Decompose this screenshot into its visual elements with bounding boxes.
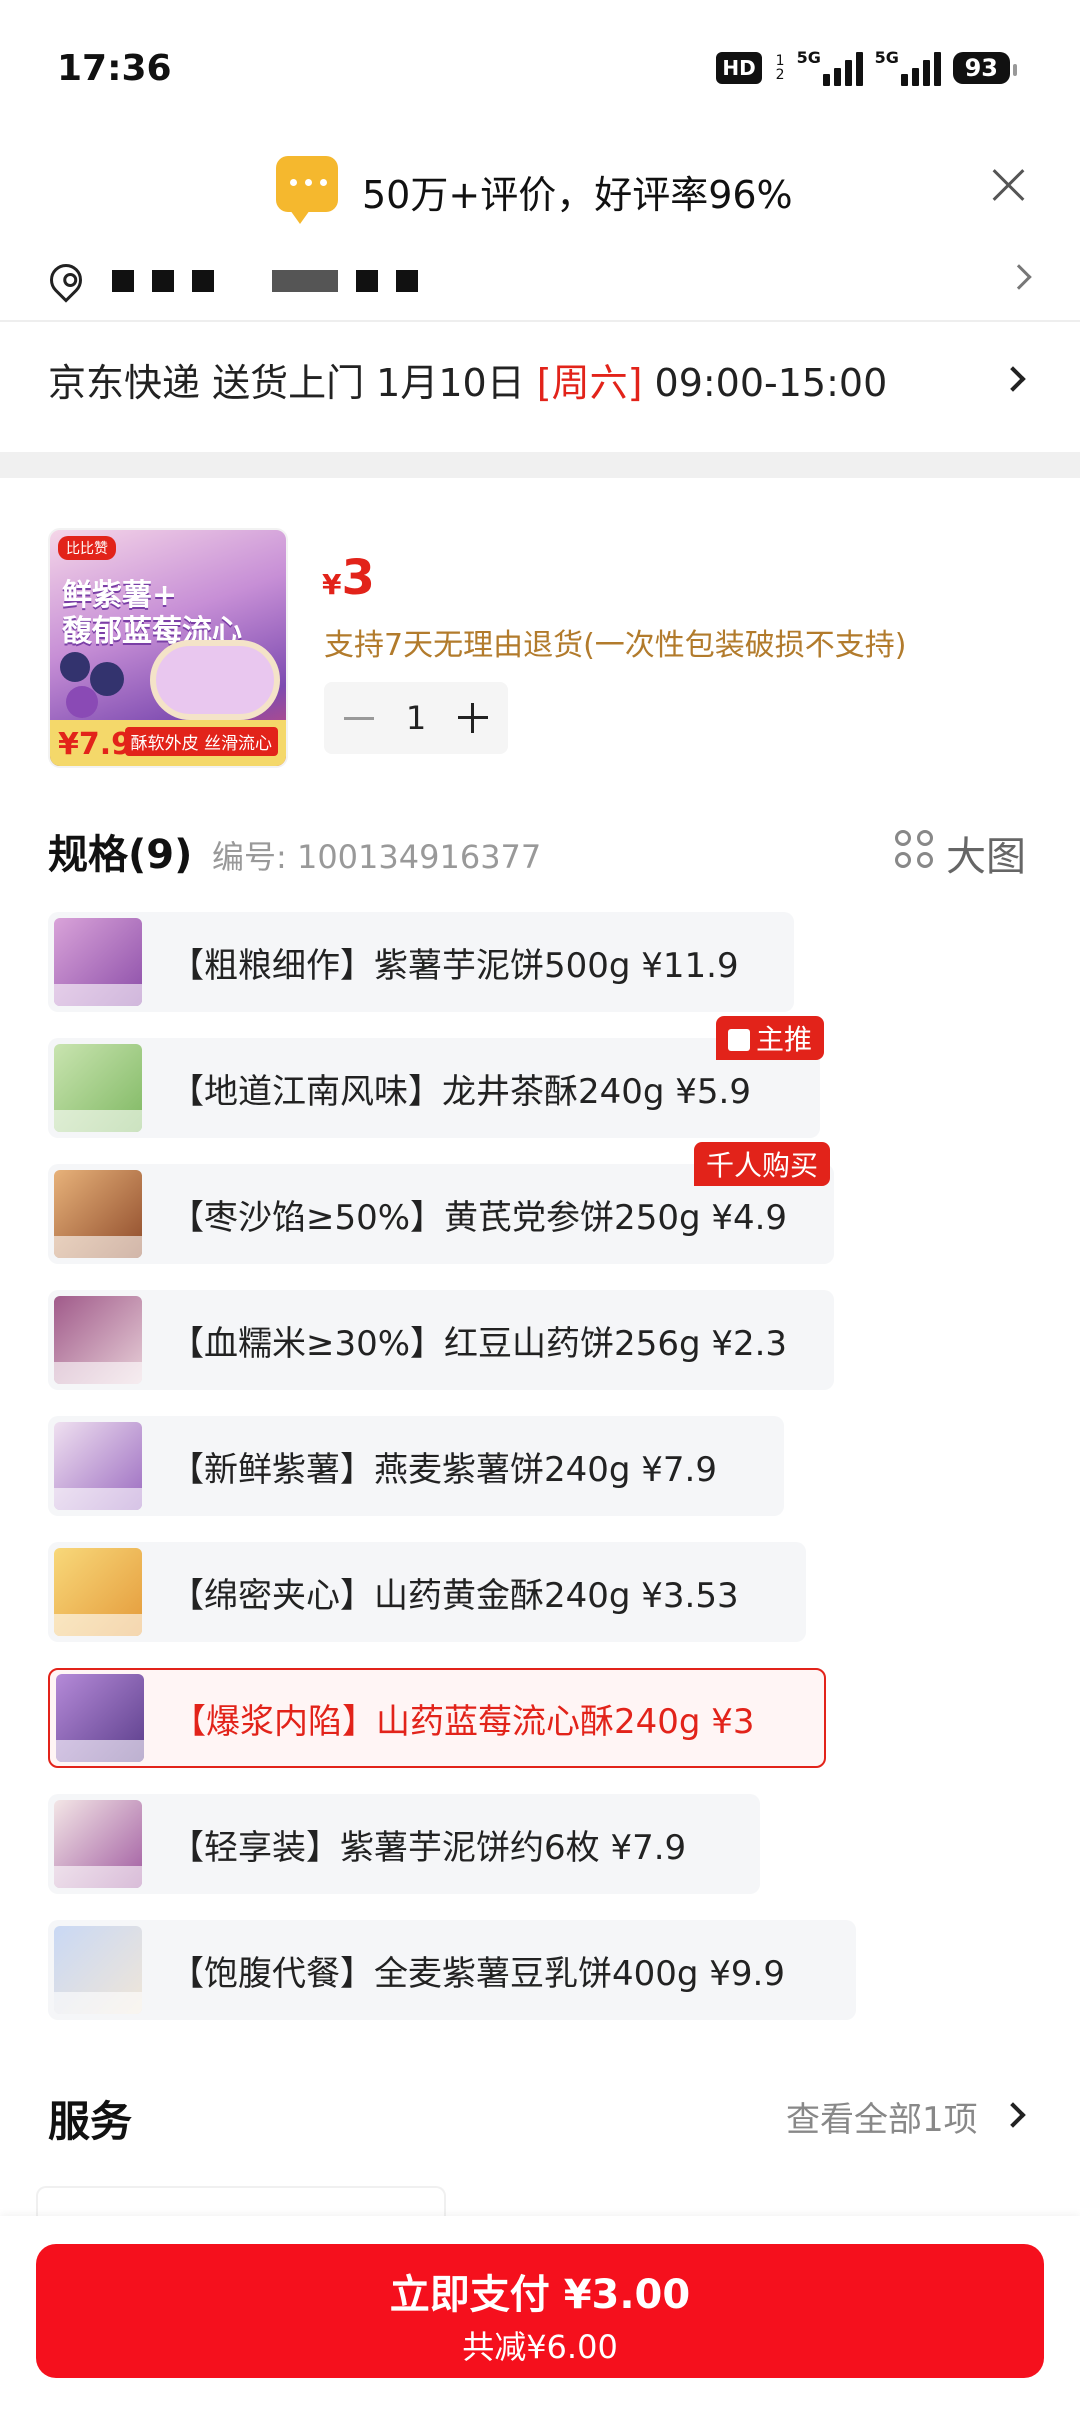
- delivery-weekday: [周六]: [536, 361, 643, 405]
- divider: [0, 320, 1080, 322]
- spec-option[interactable]: 【地道江南风味】龙井茶酥240g ¥5.9: [48, 1038, 820, 1138]
- delivery-info[interactable]: 京东快递 送货上门 1月10日 [周六] 09:00-15:00: [48, 352, 887, 407]
- close-button[interactable]: [988, 164, 1028, 204]
- product-code: 编号: 100134916377: [212, 838, 542, 876]
- quantity-value[interactable]: 1: [406, 699, 426, 737]
- spec-thumbnail: [54, 1422, 142, 1510]
- grid-icon[interactable]: [895, 830, 935, 870]
- recommend-badge: 主推: [716, 1016, 825, 1060]
- spec-option[interactable]: 【血糯米≥30%】红豆山药饼256g ¥2.3: [48, 1290, 834, 1390]
- spec-option[interactable]: 【轻享装】紫薯芋泥饼约6枚 ¥7.9: [48, 1794, 760, 1894]
- image-slogan: 酥软外皮 丝滑流心: [124, 727, 278, 756]
- service-title: 服务: [48, 2097, 133, 2146]
- signal-icon-2: 5G: [875, 48, 941, 86]
- big-image-toggle[interactable]: 大图: [946, 824, 1026, 882]
- spec-option-selected[interactable]: 【爆浆内陷】山药蓝莓流心酥240g ¥3: [48, 1668, 826, 1768]
- cake-shape: [150, 640, 280, 720]
- brand-logo: 比比赞: [58, 536, 116, 560]
- spec-thumbnail: [54, 1044, 142, 1132]
- spec-label: 【粗粮细作】紫薯芋泥饼500g ¥11.9: [170, 945, 739, 986]
- quantity-stepper: 1: [324, 682, 508, 754]
- redacted-address: [112, 270, 418, 292]
- spec-thumbnail: [54, 1548, 142, 1636]
- delivery-time: 09:00-15:00: [642, 361, 888, 405]
- popular-badge: 千人购买: [694, 1142, 831, 1186]
- return-policy: 支持7天无理由退货(一次性包装破损不支持): [324, 628, 907, 663]
- product-price: ¥3: [322, 550, 375, 606]
- chevron-right-icon[interactable]: [1000, 366, 1026, 392]
- signal-icon: 5G: [797, 48, 863, 86]
- spec-label: 【地道江南风味】龙井茶酥240g ¥5.9: [170, 1071, 751, 1112]
- spec-label: 【血糯米≥30%】红豆山药饼256g ¥2.3: [170, 1323, 788, 1364]
- spec-label: 【饱腹代餐】全麦紫薯豆乳饼400g ¥9.9: [170, 1953, 785, 1994]
- berry-shape: [66, 686, 98, 718]
- chevron-right-icon[interactable]: [1000, 2102, 1026, 2128]
- spec-option[interactable]: 【饱腹代餐】全麦紫薯豆乳饼400g ¥9.9: [48, 1920, 856, 2020]
- review-summary: 50万+评价，好评率96%: [362, 173, 793, 217]
- spec-label: 【枣沙馅≥50%】黄芪党参饼250g ¥4.9: [170, 1197, 788, 1238]
- spec-title: 规格(9): [48, 832, 193, 878]
- berry-shape: [90, 662, 124, 696]
- berry-shape: [60, 652, 90, 682]
- spec-label: 【新鲜紫薯】燕麦紫薯饼240g ¥7.9: [170, 1449, 717, 1490]
- spec-option[interactable]: 【新鲜紫薯】燕麦紫薯饼240g ¥7.9: [48, 1416, 784, 1516]
- review-banner: 50万+评价，好评率96%: [0, 148, 1080, 228]
- spec-thumbnail: [56, 1674, 144, 1762]
- delivery-method: 京东快递 送货上门 1月10日: [48, 361, 537, 405]
- hd-sub-icon: 12: [775, 53, 785, 83]
- chat-bubble-icon: [276, 156, 338, 224]
- spec-option[interactable]: 【绵密夹心】山药黄金酥240g ¥3.53: [48, 1542, 806, 1642]
- spec-label: 【轻享装】紫薯芋泥饼约6枚 ¥7.9: [170, 1827, 687, 1868]
- pay-now-button[interactable]: 立即支付 ¥3.00 共减¥6.00: [36, 2244, 1044, 2378]
- pay-now-label: 立即支付 ¥3.00: [389, 2272, 691, 2318]
- plus-button[interactable]: [457, 703, 488, 733]
- hd-icon: HD: [716, 52, 762, 84]
- status-icons: HD 12 5G 5G 93: [716, 48, 1018, 86]
- status-time: 17:36: [57, 48, 172, 89]
- product-image[interactable]: 比比赞 鲜紫薯+ 馥郁蓝莓流心 ¥7.9 酥软外皮 丝滑流心: [48, 528, 288, 768]
- chevron-right-icon: [1006, 264, 1032, 290]
- spec-thumbnail: [54, 1926, 142, 2014]
- minus-button[interactable]: [344, 716, 374, 720]
- section-separator: [0, 452, 1080, 478]
- spec-label: 【爆浆内陷】山药蓝莓流心酥240g ¥3: [172, 1701, 755, 1742]
- view-all-services[interactable]: 查看全部1项: [786, 2092, 978, 2141]
- spec-thumbnail: [54, 1800, 142, 1888]
- discount-label: 共减¥6.00: [462, 2328, 618, 2366]
- spec-thumbnail: [54, 918, 142, 1006]
- spec-option[interactable]: 【粗粮细作】紫薯芋泥饼500g ¥11.9: [48, 912, 794, 1012]
- location-icon: [43, 257, 89, 303]
- spec-thumbnail: [54, 1170, 142, 1258]
- status-bar: 17:36 HD 12 5G 5G 93: [0, 0, 1080, 140]
- image-price: ¥7.9: [58, 727, 133, 762]
- battery-icon: 93: [952, 52, 1018, 84]
- address-row[interactable]: [0, 250, 1080, 320]
- thumbs-up-icon: [728, 1029, 750, 1051]
- spec-thumbnail: [54, 1296, 142, 1384]
- spec-label: 【绵密夹心】山药黄金酥240g ¥3.53: [170, 1575, 739, 1616]
